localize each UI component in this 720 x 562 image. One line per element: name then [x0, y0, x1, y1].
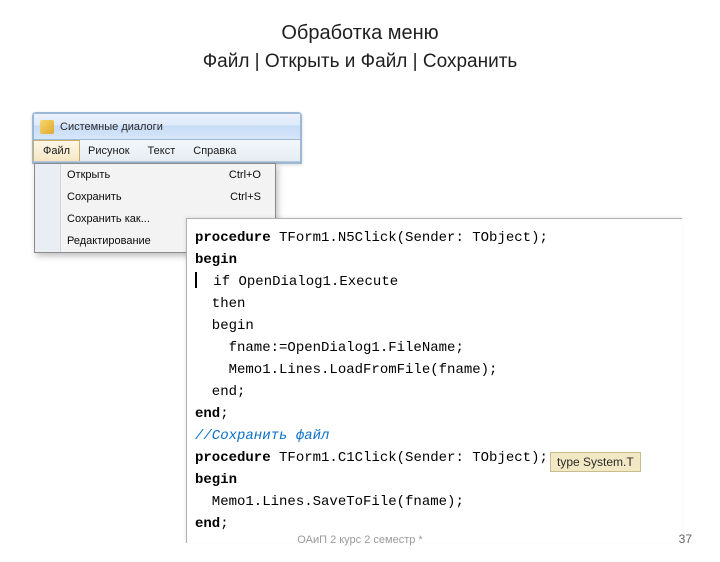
menubar-item-file[interactable]: Файл — [33, 140, 80, 161]
dropdown-label: Сохранить — [67, 191, 122, 203]
app-window: Системные диалоги Файл Рисунок Текст Спр… — [32, 112, 302, 164]
code-line: Memo1.Lines.SaveToFile(fname); — [195, 491, 678, 513]
app-icon — [40, 120, 54, 134]
window-title: Системные диалоги — [60, 121, 163, 133]
code-line: begin — [195, 469, 678, 491]
menubar-item-picture[interactable]: Рисунок — [79, 140, 139, 161]
slide-title: Обработка меню — [0, 22, 720, 45]
code-line: end; — [195, 513, 678, 535]
code-line: //Сохранить файл — [195, 425, 678, 447]
code-line: begin — [195, 315, 678, 337]
code-line: end; — [195, 403, 678, 425]
code-line: Memo1.Lines.LoadFromFile(fname); — [195, 359, 678, 381]
code-line: procedure TForm1.N5Click(Sender: TObject… — [195, 227, 678, 249]
titlebar: Системные диалоги — [34, 114, 300, 140]
code-line: end; — [195, 381, 678, 403]
code-line: begin — [195, 249, 678, 271]
dropdown-item-save[interactable]: Сохранить Ctrl+S — [35, 186, 275, 208]
tooltip: type System.T — [550, 452, 641, 472]
dropdown-shortcut: Ctrl+O — [229, 169, 261, 181]
dropdown-label: Открыть — [67, 169, 110, 181]
footer-page-number: 37 — [679, 532, 692, 546]
menubar: Файл Рисунок Текст Справка — [34, 140, 300, 162]
code-line: fname:=OpenDialog1.FileName; — [195, 337, 678, 359]
code-block: procedure TForm1.N5Click(Sender: TObject… — [186, 218, 682, 543]
dropdown-item-open[interactable]: Открыть Ctrl+O — [35, 164, 275, 186]
code-line: then — [195, 293, 678, 315]
slide-subtitle: Файл | Открыть и Файл | Сохранить — [0, 51, 720, 73]
footer-center: ОАиП 2 курс 2 семестр * — [297, 534, 422, 546]
menubar-item-text[interactable]: Текст — [139, 140, 185, 161]
code-line: if OpenDialog1.Execute — [195, 271, 678, 293]
dropdown-label: Сохранить как... — [67, 213, 150, 225]
dropdown-label: Редактирование — [67, 235, 151, 247]
menubar-item-help[interactable]: Справка — [184, 140, 245, 161]
dropdown-shortcut: Ctrl+S — [230, 191, 261, 203]
